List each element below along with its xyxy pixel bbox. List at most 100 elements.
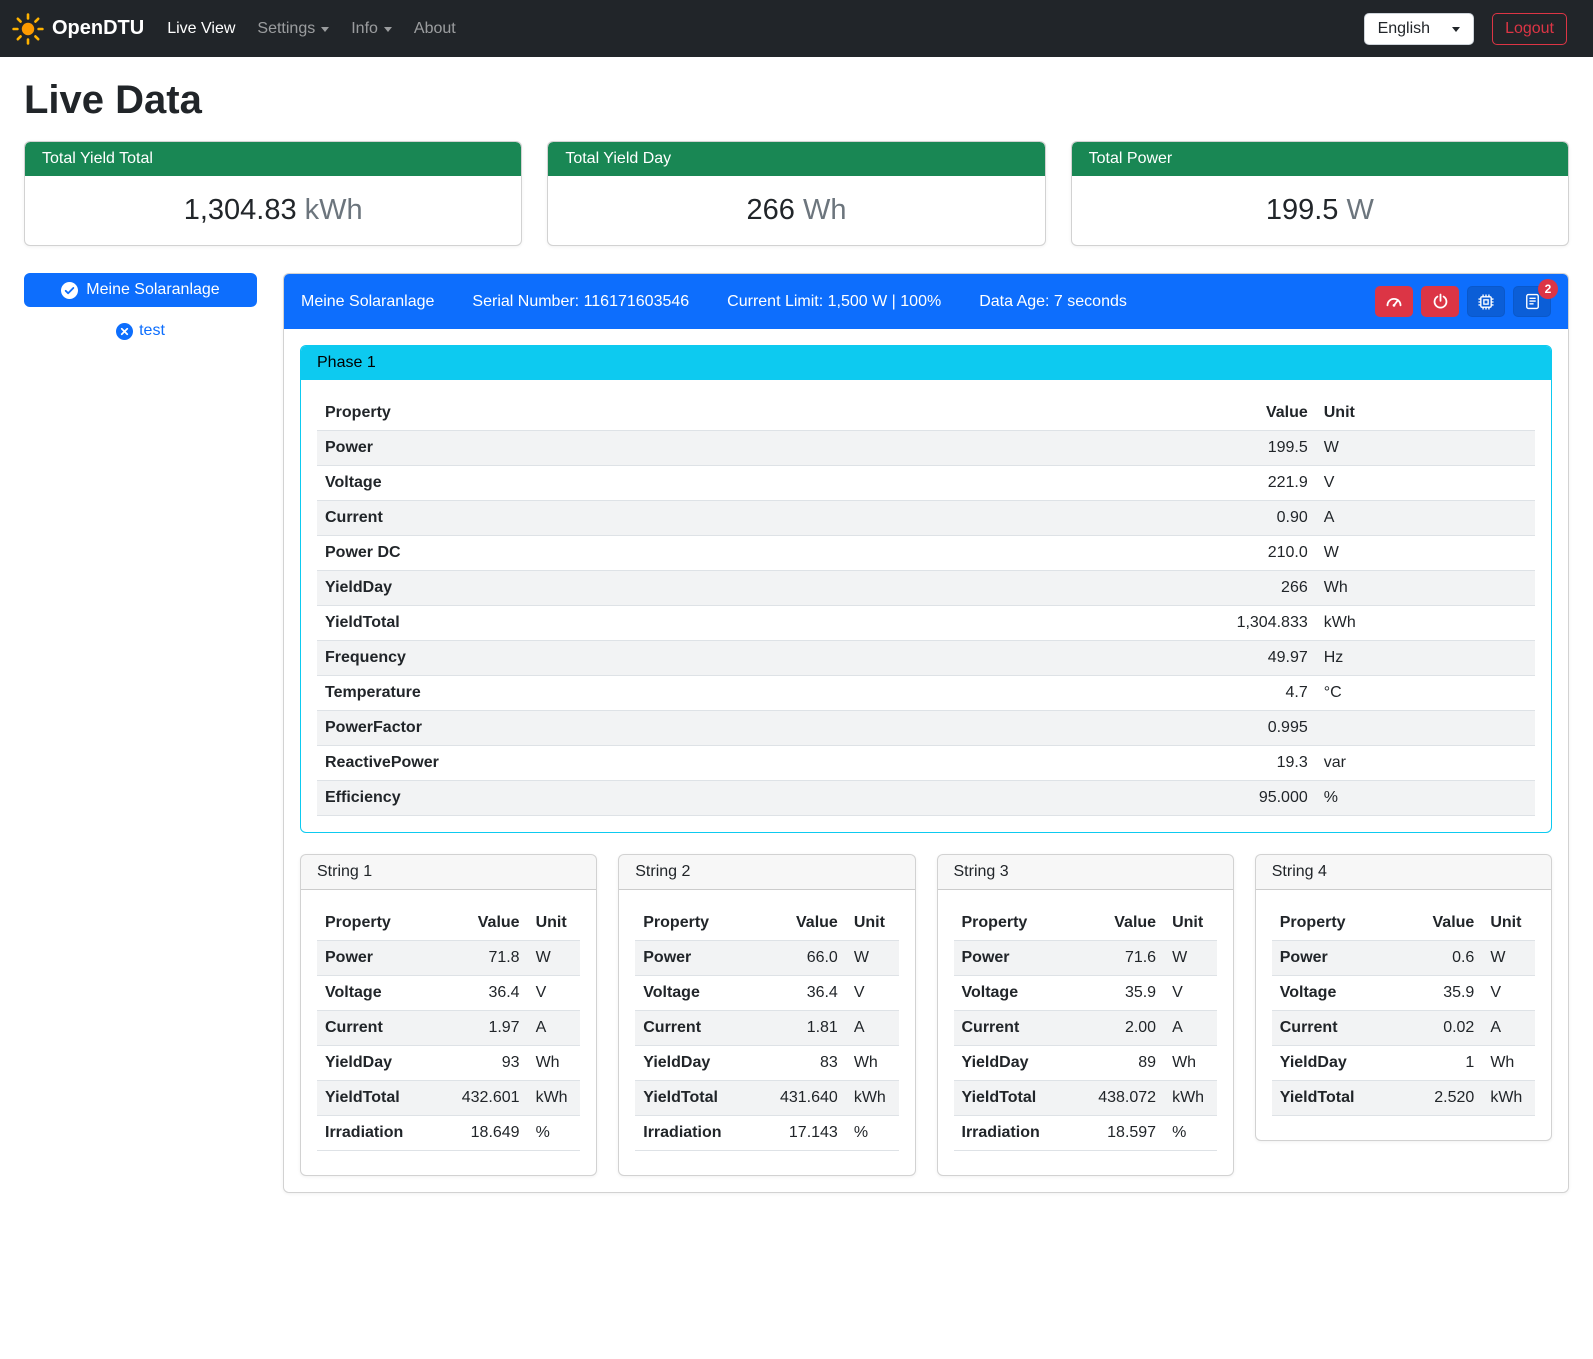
inverter-actions: 2	[1375, 286, 1551, 317]
table-row: Current2.00A	[954, 1011, 1217, 1046]
property-cell: Voltage	[317, 976, 435, 1011]
limit-settings-button[interactable]	[1375, 286, 1413, 317]
unit-cell: Wh	[1164, 1046, 1217, 1081]
value-cell: 2.00	[1072, 1011, 1164, 1046]
nav-links: Live View Settings Info About	[156, 12, 467, 46]
value-cell: 83	[754, 1046, 846, 1081]
phase-table: Property Value Unit Power199.5WVoltage22…	[317, 396, 1535, 816]
unit-cell: A	[1164, 1011, 1217, 1046]
unit-cell: Wh	[1316, 571, 1535, 606]
table-row: Power199.5W	[317, 431, 1535, 466]
value-cell: 0.995	[1084, 711, 1315, 746]
table-row: Current0.90A	[317, 501, 1535, 536]
property-cell: Frequency	[317, 641, 1084, 676]
string-card: String 2 Property Value Unit Power66.0WV…	[618, 854, 915, 1176]
x-circle-icon	[116, 323, 133, 340]
nav-item-info[interactable]: Info	[340, 12, 403, 46]
table-row: Frequency49.97Hz	[317, 641, 1535, 676]
inverter-select-button[interactable]: Meine Solaranlage	[24, 273, 257, 307]
gauge-icon	[1385, 293, 1403, 311]
property-cell: YieldTotal	[317, 1081, 435, 1116]
unit-cell: %	[528, 1116, 581, 1151]
property-cell: Voltage	[1272, 976, 1390, 1011]
unit-cell: W	[1316, 536, 1535, 571]
phase-card-body: Property Value Unit Power199.5WVoltage22…	[301, 380, 1551, 832]
brand[interactable]: OpenDTU	[12, 13, 144, 45]
nav-item-about[interactable]: About	[403, 12, 467, 46]
string-card-body: Property Value Unit Power71.6WVoltage35.…	[938, 890, 1233, 1175]
table-row: PowerFactor0.995	[317, 711, 1535, 746]
property-cell: Voltage	[317, 466, 1084, 501]
string-card-body: Property Value Unit Power0.6WVoltage35.9…	[1256, 890, 1551, 1140]
value-cell: 4.7	[1084, 676, 1315, 711]
value-cell: 17.143	[754, 1116, 846, 1151]
value-cell: 1.97	[435, 1011, 527, 1046]
table-row: YieldTotal431.640kWh	[635, 1081, 898, 1116]
inverter-toggle-test[interactable]: test	[24, 322, 257, 340]
unit-cell	[1316, 711, 1535, 746]
value-cell: 35.9	[1072, 976, 1164, 1011]
unit-cell: var	[1316, 746, 1535, 781]
value-number: 1,304.83	[184, 194, 297, 226]
value-cell: 95.000	[1084, 781, 1315, 816]
journal-icon	[1524, 293, 1541, 310]
unit-cell: W	[1482, 941, 1535, 976]
page-title: Live Data	[24, 78, 1569, 123]
table-row: YieldDay1Wh	[1272, 1046, 1535, 1081]
device-info-button[interactable]	[1467, 286, 1505, 317]
value-cell: 1,304.833	[1084, 606, 1315, 641]
event-log-button[interactable]: 2	[1513, 286, 1551, 317]
value-number: 199.5	[1266, 194, 1339, 226]
logout-button[interactable]: Logout	[1492, 13, 1567, 45]
power-button[interactable]	[1421, 286, 1459, 317]
nav-item-label: Settings	[257, 20, 315, 38]
column-header-unit: Unit	[1316, 396, 1535, 431]
value-cell: 431.640	[754, 1081, 846, 1116]
unit-cell: W	[1164, 941, 1217, 976]
inverter-selector-column: Meine Solaranlage test	[24, 273, 257, 340]
value-unit: kWh	[305, 194, 363, 226]
nav-item-settings[interactable]: Settings	[246, 12, 340, 46]
value-cell: 19.3	[1084, 746, 1315, 781]
column-header-unit: Unit	[1482, 906, 1535, 941]
value-cell: 1.81	[754, 1011, 846, 1046]
table-row: Power71.6W	[954, 941, 1217, 976]
inverter-serial: Serial Number: 116171603546	[472, 293, 689, 311]
column-header-property: Property	[635, 906, 753, 941]
table-row: YieldDay266Wh	[317, 571, 1535, 606]
unit-cell: °C	[1316, 676, 1535, 711]
property-cell: Irradiation	[317, 1116, 435, 1151]
unit-cell: %	[1316, 781, 1535, 816]
column-header-value: Value	[1390, 906, 1482, 941]
inverter-select-label: Meine Solaranlage	[86, 281, 219, 299]
string-card-title: String 3	[938, 855, 1233, 890]
table-header-row: Property Value Unit	[635, 906, 898, 941]
value-cell: 36.4	[435, 976, 527, 1011]
column-header-property: Property	[317, 906, 435, 941]
table-row: Voltage221.9V	[317, 466, 1535, 501]
table-row: YieldTotal438.072kWh	[954, 1081, 1217, 1116]
unit-cell: A	[528, 1011, 581, 1046]
inverter-limit: Current Limit: 1,500 W | 100%	[727, 293, 941, 311]
string-card: String 4 Property Value Unit Power0.6WVo…	[1255, 854, 1552, 1141]
property-cell: PowerFactor	[317, 711, 1084, 746]
property-cell: YieldDay	[1272, 1046, 1390, 1081]
nav-item-live-view[interactable]: Live View	[156, 12, 246, 46]
string-table: Property Value Unit Power71.6WVoltage35.…	[954, 906, 1217, 1151]
table-row: Irradiation18.597%	[954, 1116, 1217, 1151]
total-yield-day-card: Total Yield Day 266 Wh	[547, 141, 1045, 246]
total-power-card: Total Power 199.5 W	[1071, 141, 1569, 246]
column-header-value: Value	[1072, 906, 1164, 941]
string-card-title: String 2	[619, 855, 914, 890]
total-yield-total-card: Total Yield Total 1,304.83 kWh	[24, 141, 522, 246]
unit-cell: A	[846, 1011, 899, 1046]
language-select[interactable]: English	[1364, 13, 1474, 45]
value-cell: 35.9	[1390, 976, 1482, 1011]
unit-cell: kWh	[1164, 1081, 1217, 1116]
unit-cell: A	[1316, 501, 1535, 536]
value-cell: 18.649	[435, 1116, 527, 1151]
property-cell: Temperature	[317, 676, 1084, 711]
value-cell: 93	[435, 1046, 527, 1081]
table-row: YieldTotal2.520kWh	[1272, 1081, 1535, 1116]
unit-cell: Hz	[1316, 641, 1535, 676]
